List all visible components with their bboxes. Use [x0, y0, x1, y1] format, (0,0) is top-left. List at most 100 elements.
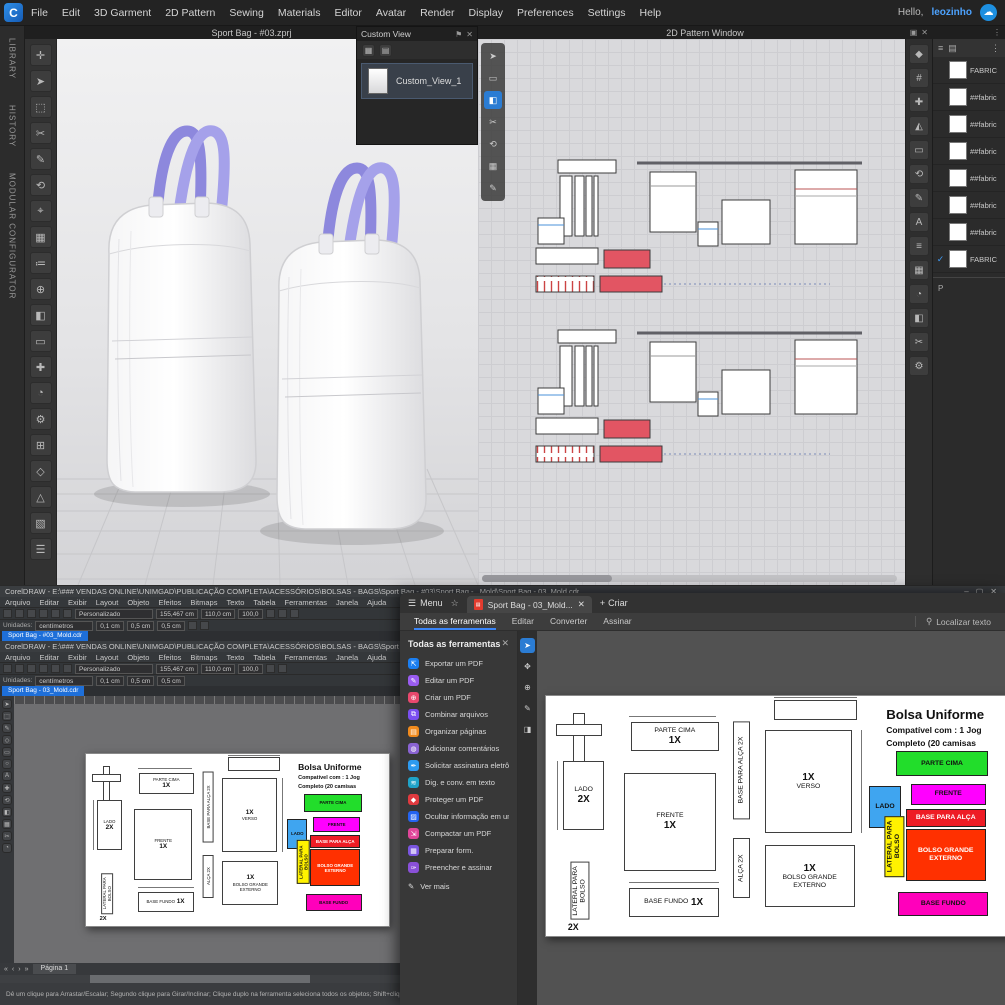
horizontal-scrollbar[interactable]: [482, 575, 897, 582]
units-dropdown[interactable]: centímetros: [35, 675, 94, 686]
fabric-row[interactable]: ##fabric: [933, 111, 1005, 138]
menu-item[interactable]: Bitmaps: [190, 653, 217, 662]
tool-icon[interactable]: ▦: [484, 157, 502, 175]
pin-icon[interactable]: ⚑: [455, 30, 462, 39]
scrollbar-thumb[interactable]: [482, 575, 612, 582]
tool-icon[interactable]: [51, 609, 60, 618]
menu-item[interactable]: Objeto: [127, 653, 149, 662]
fabric-swatch[interactable]: [949, 250, 967, 268]
page-width-field[interactable]: 155,467 cm: [156, 608, 198, 619]
menu-item[interactable]: Arquivo: [5, 598, 30, 607]
menu-item[interactable]: Tabela: [253, 598, 275, 607]
tool-icon[interactable]: ✛: [29, 44, 52, 66]
tool-icon[interactable]: [39, 664, 48, 673]
tool-icon[interactable]: [187, 621, 197, 630]
menu-item[interactable]: Ajuda: [367, 598, 386, 607]
acrobat-tool-item[interactable]: ⇱ Exportar um PDF: [400, 655, 517, 672]
menu-item[interactable]: Ferramentas: [285, 598, 328, 607]
menu-item[interactable]: Layout: [96, 598, 119, 607]
tool-icon[interactable]: ▭: [29, 330, 52, 352]
fabric-swatch[interactable]: [949, 169, 967, 187]
fabric-row[interactable]: ##fabric: [933, 138, 1005, 165]
tool-icon[interactable]: ◇: [2, 735, 12, 745]
last-page-icon[interactable]: »: [25, 966, 29, 973]
duplicate-y-field[interactable]: 0,5 cm: [157, 675, 185, 686]
tool-icon[interactable]: ▦: [362, 43, 375, 57]
tool-icon[interactable]: [277, 609, 287, 618]
menu-item[interactable]: Avatar: [376, 7, 406, 19]
menu-item[interactable]: Help: [640, 7, 662, 19]
see-more-button[interactable]: ✎ Ver mais: [400, 876, 517, 897]
tool-icon[interactable]: ➤: [2, 699, 12, 709]
duplicate-y-field[interactable]: 0,5 cm: [157, 620, 185, 631]
fabric-row[interactable]: ##fabric: [933, 219, 1005, 246]
tool-icon[interactable]: ⬚: [2, 711, 12, 721]
fabric-row[interactable]: ##fabric: [933, 84, 1005, 111]
tool-icon[interactable]: ◔: [2, 843, 12, 853]
menu-item[interactable]: 3D Garment: [94, 7, 151, 19]
tool-icon[interactable]: ⊕: [520, 680, 535, 695]
tool-icon[interactable]: [277, 664, 287, 673]
menu-item[interactable]: Edit: [62, 7, 80, 19]
tool-icon[interactable]: [15, 664, 24, 673]
menu-item[interactable]: Exibir: [68, 653, 87, 662]
bag-handles[interactable]: [321, 162, 400, 258]
custom-view-titlebar[interactable]: Custom View ⚑ ✕: [357, 27, 477, 41]
menu-item[interactable]: Editar: [39, 653, 59, 662]
nav-item[interactable]: Editar: [512, 614, 534, 630]
menu-item[interactable]: Efeitos: [158, 598, 181, 607]
star-icon[interactable]: ☆: [451, 598, 459, 609]
tool-icon[interactable]: [63, 664, 72, 673]
tool-icon[interactable]: ⟲: [29, 174, 52, 196]
custom-view-item[interactable]: Custom_View_1: [361, 63, 473, 99]
tool-icon[interactable]: ✂: [484, 113, 502, 131]
grid-icon[interactable]: ▤: [948, 43, 957, 54]
username-label[interactable]: leozinho: [931, 7, 972, 18]
tool-icon[interactable]: ▤: [379, 43, 392, 57]
close-icon[interactable]: ✕: [501, 638, 509, 649]
bag-handles[interactable]: [151, 125, 230, 221]
tool-icon[interactable]: ⚙: [29, 408, 52, 430]
tool-icon[interactable]: ⊕: [29, 278, 52, 300]
tool-icon[interactable]: ▧: [29, 512, 52, 534]
tool-icon[interactable]: ⟲: [909, 164, 929, 184]
tool-icon[interactable]: ▦: [909, 260, 929, 280]
acrobat-tool-item[interactable]: ◍ Adicionar comentários: [400, 740, 517, 757]
menu-item[interactable]: Tabela: [253, 653, 275, 662]
menu-item[interactable]: Texto: [226, 653, 244, 662]
tool-icon[interactable]: [27, 664, 36, 673]
close-icon[interactable]: ✕: [921, 26, 928, 39]
menu-item[interactable]: Preferences: [517, 7, 574, 19]
tool-icon[interactable]: [15, 609, 24, 618]
tool-icon[interactable]: #: [909, 68, 929, 88]
rail-tab[interactable]: HISTORY: [8, 105, 17, 147]
tool-icon[interactable]: ✎: [484, 179, 502, 197]
menu-item[interactable]: Materials: [278, 7, 321, 19]
menu-item[interactable]: File: [31, 7, 48, 19]
acrobat-tool-item[interactable]: ⊕ Criar um PDF: [400, 689, 517, 706]
fabric-row[interactable]: ##fabric: [933, 192, 1005, 219]
acrobat-document-area[interactable]: Bolsa Uniforme Compatível com : 1 Jog Co…: [537, 631, 1005, 1005]
tool-icon[interactable]: [265, 609, 275, 618]
tool-icon[interactable]: ◧: [909, 308, 929, 328]
menu-item[interactable]: Settings: [588, 7, 626, 19]
acrobat-tool-item[interactable]: ▤ Organizar páginas: [400, 723, 517, 740]
tool-icon[interactable]: [3, 664, 12, 673]
tool-icon[interactable]: ➤: [520, 638, 535, 653]
tool-icon[interactable]: ▦: [29, 226, 52, 248]
tool-icon[interactable]: ⟲: [484, 135, 502, 153]
tool-icon[interactable]: [63, 609, 72, 618]
tool-icon[interactable]: ▭: [2, 747, 12, 757]
tool-icon[interactable]: [199, 621, 209, 630]
acrobat-tool-item[interactable]: ⇲ Compactar um PDF: [400, 825, 517, 842]
tool-icon[interactable]: ◨: [520, 722, 535, 737]
menu-item[interactable]: Efeitos: [158, 653, 181, 662]
fabric-row[interactable]: ✓ FABRIC: [933, 246, 1005, 273]
menu-item[interactable]: Janela: [336, 653, 358, 662]
tool-icon[interactable]: ⊞: [29, 434, 52, 456]
menu-item[interactable]: Render: [420, 7, 454, 19]
duplicate-x-field[interactable]: 0,5 cm: [126, 620, 155, 631]
document-tab[interactable]: Sport Bag - 03_Mold.cdr: [2, 686, 85, 696]
tool-icon[interactable]: A: [2, 771, 12, 781]
tool-icon[interactable]: ◧: [2, 807, 12, 817]
